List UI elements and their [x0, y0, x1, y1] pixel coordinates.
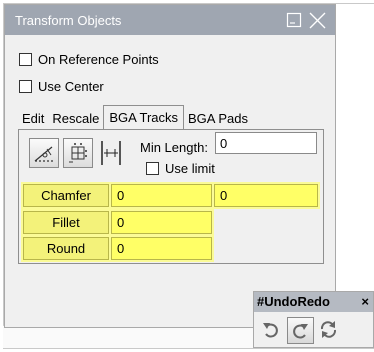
round-label: Round: [23, 237, 109, 260]
tab-bga-tracks[interactable]: BGA Tracks: [103, 105, 185, 129]
min-length-label: Min Length:: [140, 140, 208, 155]
undo-redo-title: #UndoRedo: [257, 294, 330, 309]
tab-rescale[interactable]: Rescale: [48, 108, 103, 129]
undo-button[interactable]: [259, 317, 286, 344]
chamfer-tool-button[interactable]: [29, 138, 59, 168]
use-center-label: Use Center: [38, 79, 104, 94]
titlebar[interactable]: Transform Objects: [5, 5, 335, 35]
chamfer-value-2-input[interactable]: 0: [214, 184, 318, 207]
min-length-input[interactable]: 0: [215, 132, 317, 154]
undo-redo-close-icon[interactable]: ×: [361, 292, 369, 312]
close-icon[interactable]: [309, 12, 326, 32]
on-reference-points-checkbox[interactable]: [19, 53, 32, 66]
chamfer-value-1-input[interactable]: 0: [111, 184, 212, 207]
use-center-checkbox[interactable]: [19, 80, 32, 93]
spacing-icon: [101, 141, 121, 165]
use-limit-checkbox[interactable]: [146, 162, 159, 175]
use-center-option[interactable]: Use Center: [19, 79, 104, 94]
fillet-value-input[interactable]: 0: [111, 211, 212, 234]
on-reference-points-option[interactable]: On Reference Points: [19, 52, 159, 67]
chamfer-tool-icon: [34, 146, 53, 162]
bga-pattern-icon: [69, 143, 87, 163]
use-limit-label: Use limit: [165, 161, 215, 176]
bga-pattern-tool-button[interactable]: [63, 138, 93, 168]
undo-icon: [263, 323, 278, 338]
on-reference-points-label: On Reference Points: [38, 52, 159, 67]
redo-all-button[interactable]: [316, 317, 343, 344]
fillet-label: Fillet: [23, 211, 109, 234]
redo-button[interactable]: [287, 317, 314, 344]
transform-objects-dialog: Transform Objects On Reference Points Us…: [4, 4, 336, 328]
undo-redo-toolbar: #UndoRedo ×: [253, 291, 374, 348]
redo-icon: [293, 324, 308, 339]
tab-bar: Edit Rescale BGA Tracks BGA Pads: [18, 105, 252, 129]
undo-redo-titlebar[interactable]: #UndoRedo ×: [254, 292, 373, 312]
use-limit-option[interactable]: Use limit: [146, 161, 215, 176]
spacing-tool-button[interactable]: [97, 138, 125, 168]
tab-bga-pads[interactable]: BGA Pads: [184, 108, 252, 129]
redo-all-icon: [320, 321, 337, 338]
chamfer-label: Chamfer: [23, 184, 109, 207]
restore-icon[interactable]: [286, 12, 302, 31]
tab-edit[interactable]: Edit: [18, 108, 48, 129]
bga-tracks-panel: Min Length: 0 Use limit Chamfer 0 0 Fill…: [18, 129, 324, 264]
round-value-input[interactable]: 0: [111, 237, 212, 260]
window-title: Transform Objects: [15, 13, 122, 28]
